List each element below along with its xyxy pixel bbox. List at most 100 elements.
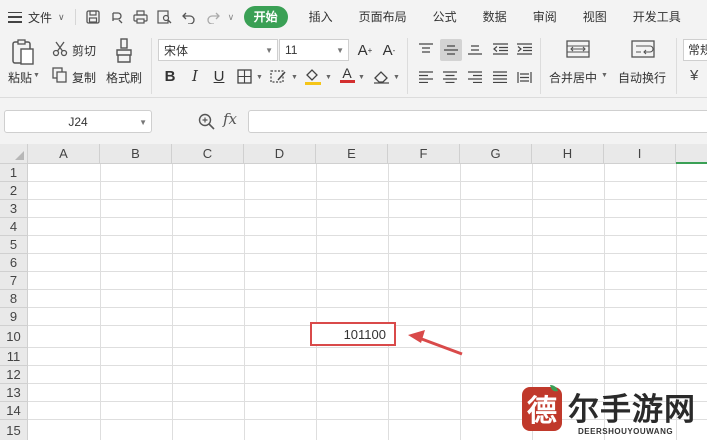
row-header[interactable]: 9 bbox=[0, 308, 28, 326]
fill-color-dropdown-icon[interactable]: ▼ bbox=[325, 74, 332, 81]
row-header[interactable]: 15 bbox=[0, 420, 28, 440]
hamburger-icon bbox=[8, 11, 22, 23]
cell-style-icon[interactable] bbox=[268, 66, 288, 86]
row-header[interactable]: 11 bbox=[0, 348, 28, 366]
save-icon[interactable] bbox=[84, 8, 102, 26]
gridline bbox=[28, 181, 707, 182]
customize-toolbar-icon[interactable]: ∨ bbox=[228, 12, 238, 23]
row-header[interactable]: 4 bbox=[0, 218, 28, 236]
bold-icon[interactable]: B bbox=[160, 66, 180, 86]
merge-center-icon[interactable] bbox=[566, 40, 590, 58]
fill-color-icon[interactable] bbox=[303, 66, 323, 86]
column-header-i[interactable]: I bbox=[604, 144, 676, 164]
row-header[interactable]: 12 bbox=[0, 366, 28, 384]
formula-bar: J24 ▼ fx bbox=[0, 98, 707, 144]
clear-format-icon[interactable] bbox=[371, 66, 391, 86]
row-header[interactable]: 7 bbox=[0, 272, 28, 290]
row-header[interactable]: 3 bbox=[0, 200, 28, 218]
align-middle-icon[interactable] bbox=[440, 39, 462, 61]
gridline bbox=[460, 164, 461, 440]
wrap-text-button[interactable]: 自动换行 bbox=[618, 69, 666, 86]
copy-icon[interactable] bbox=[52, 67, 68, 83]
font-color-icon[interactable]: A bbox=[337, 64, 357, 84]
file-menu-button[interactable]: 文件 ∨ bbox=[8, 6, 65, 28]
watermark-logo: 德 尔手游网 DEERSHOUYOUWANG bbox=[518, 381, 707, 440]
divider bbox=[540, 38, 541, 94]
print-icon[interactable] bbox=[132, 8, 150, 26]
merge-center-button[interactable]: 合并居中 bbox=[549, 69, 597, 86]
tab-formulas[interactable]: 公式 bbox=[420, 6, 470, 28]
font-color-dropdown-icon[interactable]: ▼ bbox=[358, 74, 365, 81]
format-painter-button[interactable]: 格式刷 bbox=[106, 69, 142, 86]
column-header-b[interactable]: B bbox=[100, 144, 172, 164]
align-top-icon[interactable] bbox=[416, 39, 436, 59]
justify-icon[interactable] bbox=[490, 67, 510, 87]
column-header-h[interactable]: H bbox=[532, 144, 604, 164]
gridline bbox=[28, 253, 707, 254]
borders-icon[interactable] bbox=[234, 66, 254, 86]
decrease-font-icon[interactable]: A- bbox=[379, 40, 399, 60]
column-header-e[interactable]: E bbox=[316, 144, 388, 164]
row-header[interactable]: 10 bbox=[0, 326, 28, 348]
row-header[interactable]: 5 bbox=[0, 236, 28, 254]
zoom-icon[interactable] bbox=[198, 113, 215, 133]
font-size-select[interactable]: 11 ▼ bbox=[279, 39, 349, 61]
distributed-icon[interactable] bbox=[514, 67, 534, 87]
insert-function-icon[interactable]: fx bbox=[223, 110, 237, 128]
gridline bbox=[28, 217, 707, 218]
paste-button[interactable]: 粘贴 bbox=[8, 69, 32, 86]
copy-button[interactable]: 复制 bbox=[72, 69, 96, 86]
row-header[interactable]: 1 bbox=[0, 164, 28, 182]
undo-icon[interactable] bbox=[180, 8, 198, 26]
align-bottom-icon[interactable] bbox=[465, 39, 485, 59]
column-header-d[interactable]: D bbox=[244, 144, 316, 164]
wrap-text-icon[interactable] bbox=[631, 40, 655, 58]
format-painter-icon[interactable] bbox=[113, 38, 135, 64]
row-header[interactable]: 13 bbox=[0, 384, 28, 402]
gridline bbox=[28, 199, 707, 200]
scissors-icon[interactable] bbox=[52, 41, 68, 57]
chevron-down-icon: ▼ bbox=[139, 118, 147, 127]
align-right-icon[interactable] bbox=[465, 67, 485, 87]
redo-icon[interactable] bbox=[204, 8, 222, 26]
underline-icon[interactable]: U bbox=[209, 66, 229, 86]
paste-dropdown-icon[interactable]: ▼ bbox=[33, 72, 40, 79]
tab-page-layout[interactable]: 页面布局 bbox=[346, 6, 420, 28]
column-header-g[interactable]: G bbox=[460, 144, 532, 164]
gridline bbox=[28, 307, 707, 308]
tab-home[interactable]: 开始 bbox=[243, 6, 288, 28]
align-left-icon[interactable] bbox=[416, 67, 436, 87]
tab-view[interactable]: 视图 bbox=[570, 6, 620, 28]
formula-input[interactable] bbox=[248, 110, 707, 133]
row-header[interactable]: 2 bbox=[0, 182, 28, 200]
italic-icon[interactable]: I bbox=[185, 66, 205, 86]
export-icon[interactable] bbox=[108, 8, 126, 26]
cell-e10[interactable]: 101100 bbox=[310, 322, 396, 346]
number-format-select[interactable]: 常规 bbox=[683, 39, 707, 61]
tab-developer[interactable]: 开发工具 bbox=[620, 6, 694, 28]
row-header[interactable]: 8 bbox=[0, 290, 28, 308]
decrease-indent-icon[interactable] bbox=[490, 39, 510, 59]
column-header-f[interactable]: F bbox=[388, 144, 460, 164]
currency-format-icon[interactable]: ¥ bbox=[690, 67, 698, 84]
tab-data[interactable]: 数据 bbox=[470, 6, 520, 28]
borders-dropdown-icon[interactable]: ▼ bbox=[256, 74, 263, 81]
row-header[interactable]: 6 bbox=[0, 254, 28, 272]
tab-review[interactable]: 审阅 bbox=[520, 6, 570, 28]
name-box[interactable]: J24 ▼ bbox=[4, 110, 152, 133]
align-center-icon[interactable] bbox=[440, 67, 460, 87]
print-preview-icon[interactable] bbox=[156, 8, 174, 26]
increase-font-icon[interactable]: A + bbox=[355, 40, 375, 60]
cut-button[interactable]: 剪切 bbox=[72, 42, 96, 59]
font-name-select[interactable]: 宋体 ▼ bbox=[158, 39, 278, 61]
clear-format-dropdown-icon[interactable]: ▼ bbox=[393, 74, 400, 81]
tab-insert[interactable]: 插入 bbox=[296, 6, 346, 28]
paste-icon[interactable] bbox=[10, 38, 36, 66]
row-header[interactable]: 14 bbox=[0, 402, 28, 420]
select-all-corner[interactable] bbox=[0, 144, 28, 164]
column-header-a[interactable]: A bbox=[28, 144, 100, 164]
merge-dropdown-icon[interactable]: ▼ bbox=[601, 72, 608, 79]
column-header-c[interactable]: C bbox=[172, 144, 244, 164]
increase-indent-icon[interactable] bbox=[514, 39, 534, 59]
cell-style-dropdown-icon[interactable]: ▼ bbox=[291, 74, 298, 81]
